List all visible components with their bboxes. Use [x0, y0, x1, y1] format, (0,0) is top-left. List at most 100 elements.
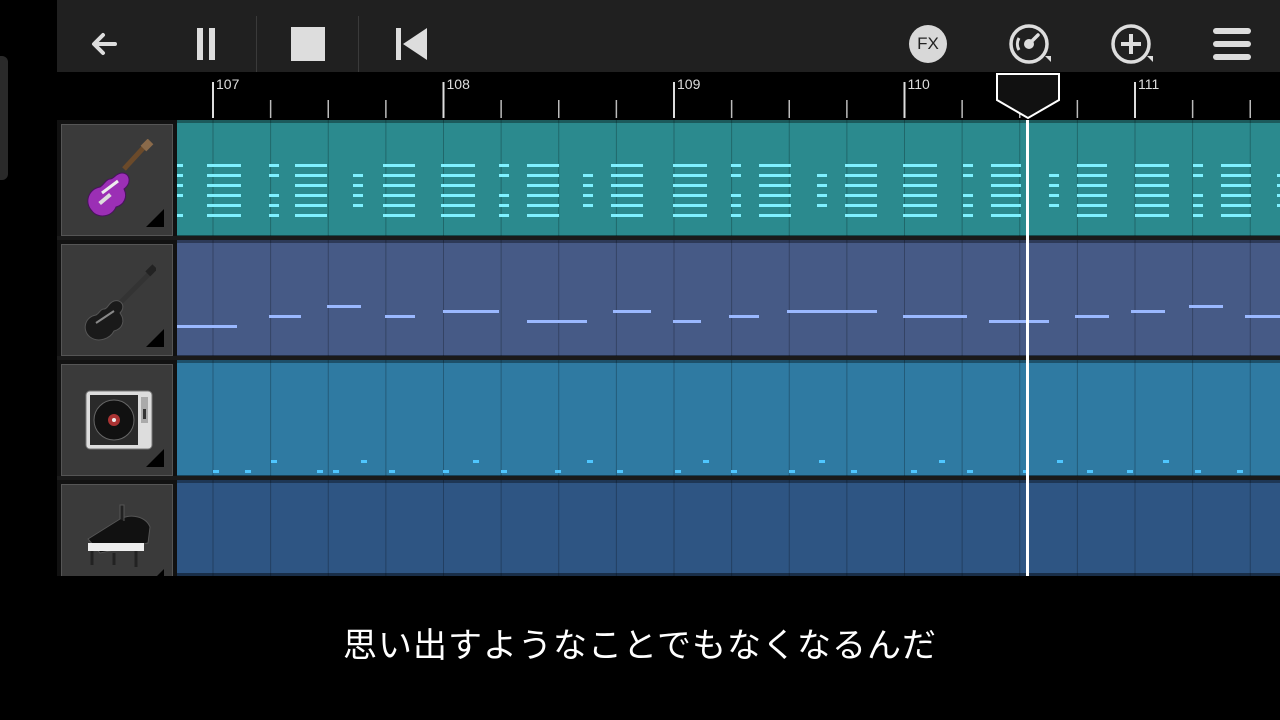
note — [213, 470, 219, 473]
track-options-corner[interactable] — [146, 209, 164, 227]
note — [611, 194, 643, 197]
note — [527, 204, 559, 207]
note — [817, 174, 827, 177]
note — [845, 194, 877, 197]
note — [1135, 164, 1169, 167]
note — [991, 164, 1021, 167]
note — [703, 460, 709, 463]
note — [177, 325, 237, 328]
track-lane-grand-piano[interactable] — [177, 480, 1280, 576]
note — [731, 194, 741, 197]
toolbar-divider — [358, 16, 359, 72]
note — [295, 194, 327, 197]
track-options-corner[interactable] — [146, 569, 164, 576]
note — [991, 184, 1021, 187]
menu-icon[interactable] — [1204, 16, 1260, 72]
note — [759, 194, 791, 197]
note — [1245, 315, 1280, 318]
note — [353, 194, 363, 197]
note — [317, 470, 323, 473]
note — [207, 174, 241, 177]
note — [845, 204, 877, 207]
track-header-dj-turntable[interactable] — [61, 364, 173, 476]
note — [851, 470, 857, 473]
note — [731, 204, 741, 207]
note — [787, 310, 877, 313]
note — [617, 470, 623, 473]
playhead-line — [1026, 120, 1029, 576]
note — [789, 470, 795, 473]
note — [1127, 470, 1133, 473]
note — [473, 460, 479, 463]
playhead-marker-handle[interactable] — [995, 72, 1061, 124]
track-header-grand-piano[interactable] — [61, 484, 173, 576]
note — [527, 164, 559, 167]
note — [1221, 184, 1251, 187]
note — [441, 204, 475, 207]
note — [295, 204, 327, 207]
track-separator — [57, 356, 1280, 360]
skip-to-start-icon[interactable] — [383, 16, 439, 72]
note — [759, 214, 791, 217]
note — [1049, 204, 1059, 207]
note — [1193, 214, 1203, 217]
note — [759, 204, 791, 207]
subtitle-caption: 思い出すようなことでもなくなるんだ — [343, 626, 937, 666]
note — [441, 164, 475, 167]
note — [441, 184, 475, 187]
note — [1135, 184, 1169, 187]
note — [903, 164, 937, 167]
note — [611, 174, 643, 177]
note — [1077, 164, 1107, 167]
add-track-icon[interactable] — [1103, 16, 1159, 72]
note — [673, 204, 707, 207]
timeline-ruler[interactable]: 107 108 109 110 111 — [57, 72, 1280, 120]
note — [383, 164, 415, 167]
track-header-bass-guitar[interactable] — [61, 244, 173, 356]
note — [207, 214, 241, 217]
track-lane-bass-guitar[interactable] — [177, 240, 1280, 358]
note — [583, 174, 593, 177]
note — [731, 174, 741, 177]
note — [583, 184, 593, 187]
note — [911, 470, 917, 473]
toolbar: FX — [57, 0, 1280, 72]
fx-button[interactable]: FX — [900, 16, 956, 72]
note — [817, 194, 827, 197]
note — [1193, 194, 1203, 197]
track-header-electric-guitar[interactable] — [61, 124, 173, 236]
note — [383, 214, 415, 217]
stop-icon[interactable] — [280, 16, 336, 72]
note — [527, 194, 559, 197]
track-options-corner[interactable] — [146, 449, 164, 467]
track-options-corner[interactable] — [146, 329, 164, 347]
note — [1075, 315, 1109, 318]
note — [611, 184, 643, 187]
ruler-ticks: 107 108 109 110 111 — [212, 76, 1251, 118]
note — [441, 174, 475, 177]
note — [673, 320, 701, 323]
track-lane-electric-guitar[interactable] — [177, 120, 1280, 238]
dj-turntable-icon — [85, 390, 153, 450]
note — [903, 204, 937, 207]
note — [389, 470, 395, 473]
note — [675, 470, 681, 473]
note — [1049, 194, 1059, 197]
track-lane-dj-turntable[interactable] — [177, 360, 1280, 478]
note — [327, 305, 361, 308]
pause-icon[interactable] — [178, 16, 234, 72]
track-separator — [57, 476, 1280, 480]
side-drawer-handle[interactable] — [0, 56, 8, 180]
sequencer-app: FX 107 108 109 110 111 — [57, 0, 1280, 576]
tempo-dial-icon[interactable] — [1001, 16, 1057, 72]
note — [1087, 470, 1093, 473]
note — [527, 214, 559, 217]
back-arrow-icon[interactable] — [77, 16, 133, 72]
bar-number-label: 110 — [908, 76, 931, 92]
note — [1193, 174, 1203, 177]
note — [441, 214, 475, 217]
bar-number-label: 107 — [216, 76, 240, 92]
note — [353, 204, 363, 207]
note — [673, 194, 707, 197]
note — [1193, 164, 1203, 167]
